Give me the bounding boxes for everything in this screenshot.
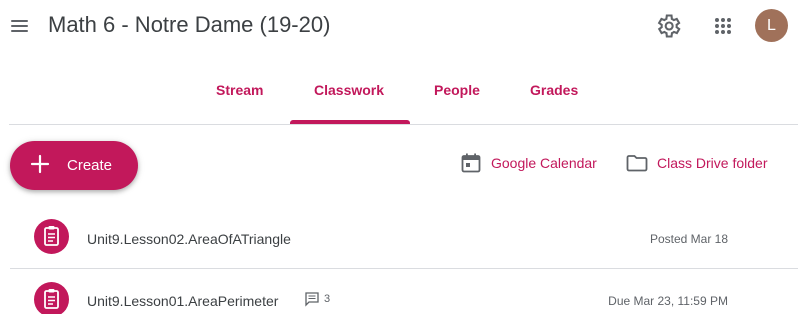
google-calendar-link[interactable]: Google Calendar: [459, 151, 609, 175]
assignment-icon: [34, 219, 69, 254]
class-drive-folder-label: Class Drive folder: [657, 155, 768, 171]
create-button[interactable]: Create: [10, 141, 138, 190]
tab-classwork[interactable]: Classwork: [314, 82, 384, 98]
tabs-divider: [9, 124, 798, 125]
classwork-item[interactable]: Unit9.Lesson01.AreaPerimeter 3 Due Mar 2…: [10, 269, 798, 314]
classwork-item[interactable]: Unit9.Lesson02.AreaOfATriangle Posted Ma…: [10, 212, 798, 267]
main-menu-icon[interactable]: [8, 14, 32, 38]
tab-people[interactable]: People: [434, 82, 480, 98]
item-due-date: Due Mar 23, 11:59 PM: [608, 294, 728, 308]
class-tabs: Stream Classwork People Grades: [0, 60, 798, 124]
calendar-icon: [461, 153, 481, 173]
create-button-label: Create: [67, 157, 113, 174]
apps-grid-icon[interactable]: [709, 12, 737, 40]
plus-icon: [30, 154, 50, 174]
class-drive-folder-link[interactable]: Class Drive folder: [625, 151, 785, 175]
account-avatar[interactable]: L: [755, 9, 788, 42]
top-app-bar: Math 6 - Notre Dame (19-20) L: [0, 0, 798, 52]
class-title[interactable]: Math 6 - Notre Dame (19-20): [48, 12, 330, 38]
item-posted-date: Posted Mar 18: [649, 232, 728, 246]
folder-icon: [626, 155, 648, 172]
settings-gear-icon[interactable]: [654, 12, 682, 40]
assignment-icon: [34, 282, 69, 314]
google-calendar-label: Google Calendar: [491, 155, 597, 171]
item-title: Unit9.Lesson02.AreaOfATriangle: [87, 231, 291, 247]
comment-count: 3: [324, 293, 331, 305]
comment-icon: [305, 292, 319, 307]
tab-grades[interactable]: Grades: [530, 82, 578, 98]
tab-stream[interactable]: Stream: [216, 82, 263, 98]
item-title: Unit9.Lesson01.AreaPerimeter: [87, 293, 279, 309]
